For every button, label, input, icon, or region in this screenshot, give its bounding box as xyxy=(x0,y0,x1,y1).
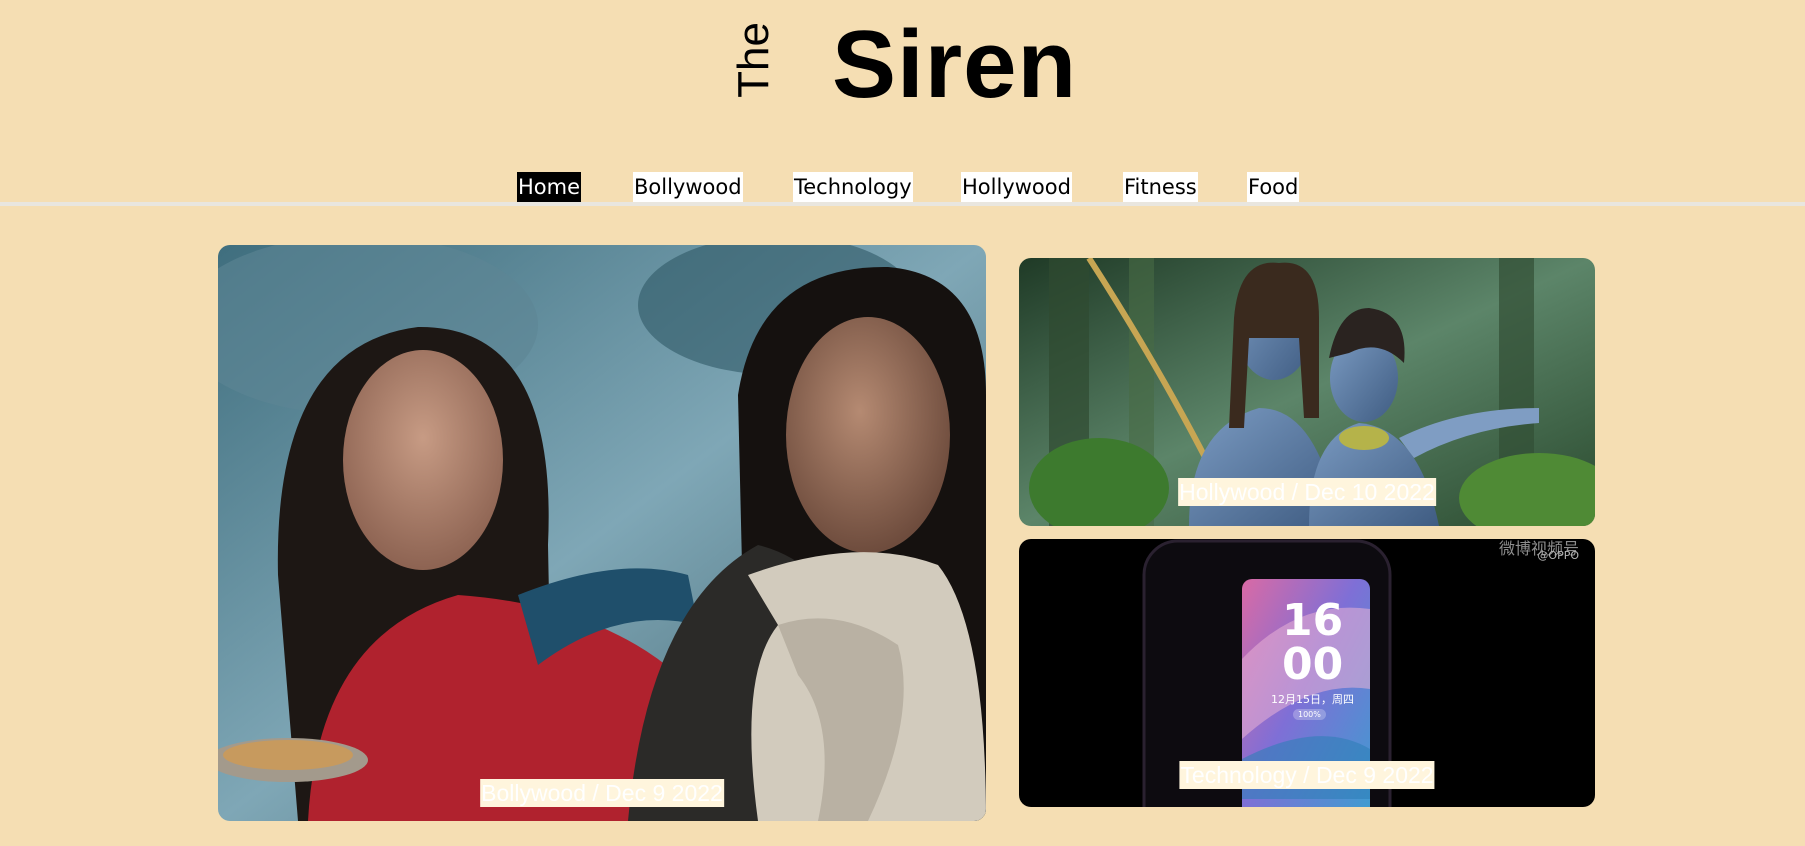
featured-story-card[interactable]: Bollywood / Dec 9 2022 xyxy=(218,245,986,821)
featured-story-image xyxy=(218,245,986,821)
hollywood-story-caption[interactable]: Hollywood / Dec 10 2022 xyxy=(1178,478,1436,506)
technology-story-caption[interactable]: Technology / Dec 9 2022 xyxy=(1179,761,1435,789)
nav-item-fitness[interactable]: Fitness xyxy=(1123,172,1198,202)
brand-prefix: The xyxy=(729,22,778,98)
nav-divider xyxy=(0,202,1805,206)
nav-item-food[interactable]: Food xyxy=(1247,172,1300,202)
hollywood-story-card[interactable]: Hollywood / Dec 10 2022 xyxy=(1019,258,1595,526)
video-handle: @OPPO xyxy=(1537,549,1579,562)
featured-story-caption[interactable]: Bollywood / Dec 9 2022 xyxy=(480,779,724,807)
nav-item-hollywood[interactable]: Hollywood xyxy=(961,172,1072,202)
phone-battery: 100% xyxy=(1293,709,1326,720)
nav-item-home[interactable]: Home xyxy=(517,172,582,202)
brand-logo[interactable]: Siren xyxy=(832,10,1077,120)
nav-item-technology[interactable]: Technology xyxy=(793,172,913,202)
technology-story-card[interactable]: 微博视频号 @OPPO 16 00 12月15日，周四 100% Technol… xyxy=(1019,539,1595,807)
phone-date: 12月15日，周四 xyxy=(1271,693,1354,706)
phone-clock-minutes: 00 xyxy=(1282,639,1344,690)
main-navigation: Home Bollywood Technology Hollywood Fitn… xyxy=(0,172,1805,204)
phone-clock-hours: 16 xyxy=(1282,595,1344,646)
nav-item-bollywood[interactable]: Bollywood xyxy=(633,172,743,202)
